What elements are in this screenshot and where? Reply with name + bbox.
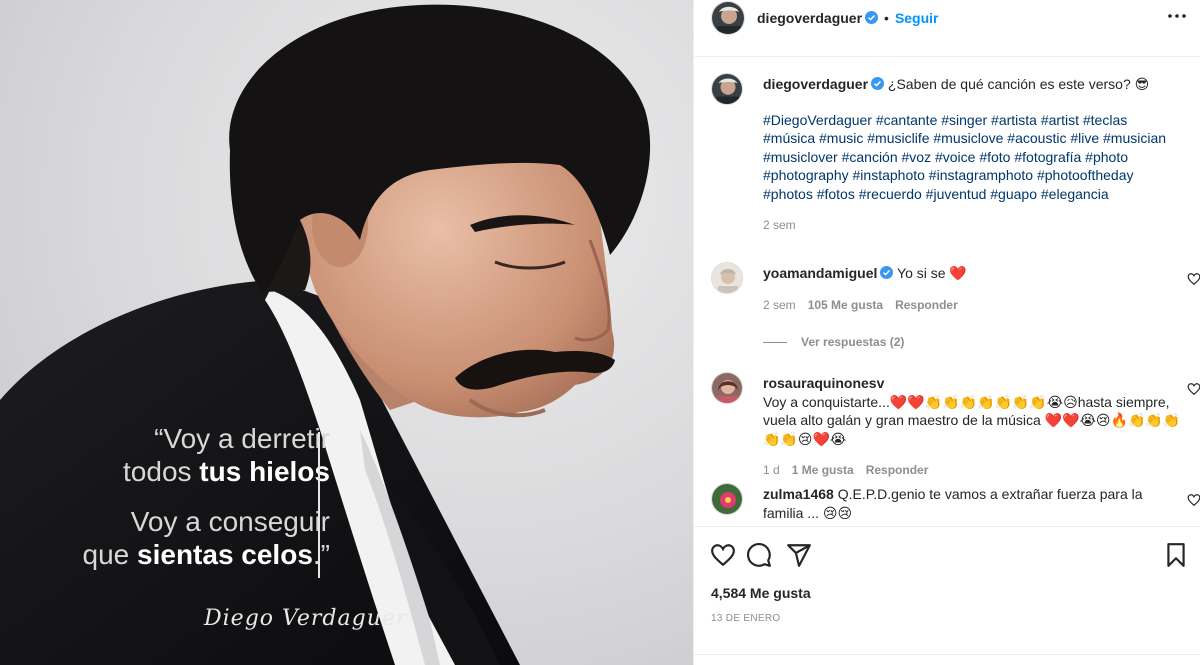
comment-like-heart-icon[interactable] bbox=[1187, 493, 1200, 507]
add-comment-bar[interactable] bbox=[694, 654, 1200, 665]
more-options-icon[interactable] bbox=[1166, 8, 1188, 24]
comment-like-count[interactable]: 105 Me gusta bbox=[808, 298, 883, 312]
comment-like-heart-icon[interactable] bbox=[1187, 382, 1200, 396]
commenter-avatar[interactable] bbox=[711, 483, 743, 515]
heart-icon[interactable] bbox=[710, 542, 736, 568]
post-panel: diegoverdaguer • Seguir diegoverdaguer ¿… bbox=[693, 0, 1200, 665]
follow-button[interactable]: Seguir bbox=[895, 10, 939, 26]
comment-time: 1 d bbox=[763, 463, 780, 477]
comment-like-heart-icon[interactable] bbox=[1187, 272, 1200, 286]
share-icon[interactable] bbox=[786, 542, 812, 568]
quote-line-2b: tus hielos bbox=[199, 456, 330, 487]
header-separator: • bbox=[884, 9, 889, 26]
comment-username[interactable]: yoamandamiguel bbox=[763, 265, 877, 281]
caption-text: ¿Saben de qué canción es este verso? 😎 bbox=[887, 76, 1150, 92]
post-image[interactable]: “Voy a derretir todos tus hielos Voy a c… bbox=[0, 0, 693, 665]
comment-username[interactable]: rosauraquinonesv bbox=[763, 375, 884, 391]
caption-username[interactable]: diegoverdaguer bbox=[763, 76, 868, 92]
quote-line-4b: sientas celos bbox=[137, 539, 313, 570]
comment-time: 2 sem bbox=[763, 297, 796, 312]
signature: Diego Verdaguer bbox=[204, 606, 408, 631]
verified-badge-icon bbox=[880, 266, 894, 279]
comment-username[interactable]: zulma1468 bbox=[763, 486, 834, 502]
comment-text: Voy a conquistarte...❤️❤️👏👏👏👏👏👏👏😭😥hasta … bbox=[763, 393, 1181, 447]
author-avatar[interactable] bbox=[711, 0, 745, 35]
quote-line-1: “Voy a derretir bbox=[154, 423, 330, 454]
commenter-avatar[interactable] bbox=[711, 262, 743, 294]
commenter-avatar[interactable] bbox=[711, 372, 743, 404]
view-replies-label: Ver respuestas (2) bbox=[801, 335, 905, 349]
verified-badge-icon bbox=[871, 77, 885, 90]
caption-avatar[interactable] bbox=[711, 73, 743, 105]
caption-time: 2 sem bbox=[763, 218, 796, 232]
post-date: 13 DE ENERO bbox=[711, 613, 781, 624]
comment-icon[interactable] bbox=[746, 542, 772, 568]
quote-line-4a: que bbox=[82, 539, 138, 570]
caption-hashtags[interactable]: #DiegoVerdaguer #cantante #singer #artis… bbox=[763, 111, 1181, 204]
verified-badge-icon bbox=[865, 11, 879, 24]
lyric-quote: “Voy a derretir todos tus hielos Voy a c… bbox=[40, 422, 330, 571]
comments-list[interactable]: diegoverdaguer ¿Saben de qué canción es … bbox=[694, 56, 1200, 526]
bookmark-icon[interactable] bbox=[1163, 542, 1189, 568]
post-actions: 4,584 Me gusta 13 DE ENERO bbox=[694, 526, 1200, 624]
reply-button[interactable]: Responder bbox=[866, 463, 929, 477]
comment-like-count[interactable]: 1 Me gusta bbox=[792, 463, 854, 477]
like-count[interactable]: 4,584 Me gusta bbox=[711, 585, 811, 601]
post-header: diegoverdaguer • Seguir bbox=[694, 0, 1200, 35]
quote-line-4c: .” bbox=[312, 539, 330, 570]
reply-button[interactable]: Responder bbox=[895, 298, 958, 312]
author-username[interactable]: diegoverdaguer bbox=[757, 10, 862, 26]
quote-divider bbox=[318, 432, 320, 578]
comment-text: Yo si se ❤️ bbox=[897, 265, 967, 281]
quote-line-2a: todos bbox=[123, 456, 200, 487]
view-replies-button[interactable]: Ver respuestas (2) bbox=[763, 333, 1181, 352]
quote-line-3: Voy a conseguir bbox=[130, 506, 330, 537]
